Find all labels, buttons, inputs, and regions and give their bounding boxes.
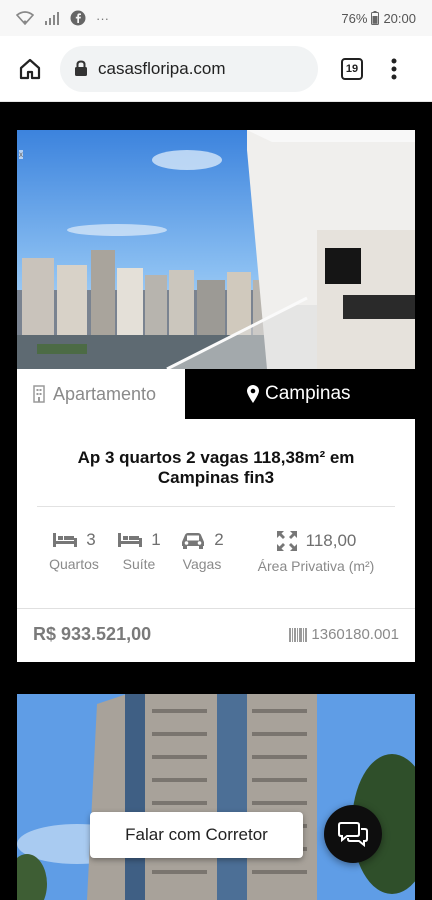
location-tab: Campinas bbox=[185, 369, 415, 419]
building-icon bbox=[33, 385, 45, 403]
barcode-icon bbox=[289, 627, 308, 642]
property-type: Apartamento bbox=[53, 383, 157, 404]
tab-count: 19 bbox=[341, 57, 363, 80]
browser-menu-button[interactable] bbox=[382, 49, 406, 89]
chat-label-button[interactable]: Falar com Corretor bbox=[90, 812, 303, 858]
feature-label: Área Privativa (m²) bbox=[257, 558, 375, 574]
car-icon bbox=[182, 533, 205, 549]
listing-card-2-photo[interactable] bbox=[17, 694, 415, 900]
feature-value: 1 bbox=[151, 530, 161, 549]
divider bbox=[37, 506, 395, 507]
status-left-icons: ··· bbox=[16, 10, 341, 26]
location: Campinas bbox=[265, 383, 351, 404]
feature-area: 118,00 Área Privativa (m²) bbox=[247, 530, 385, 574]
chat-bubbles-icon bbox=[338, 822, 368, 847]
bed-icon bbox=[118, 533, 143, 547]
feature-label: Suíte bbox=[122, 556, 156, 572]
status-bar: ··· 76% 20:00 bbox=[0, 0, 432, 36]
feature-parking: 2 Vagas bbox=[172, 530, 232, 572]
feature-bedrooms: 3 Quartos bbox=[43, 530, 105, 572]
chat-button[interactable] bbox=[324, 805, 382, 863]
listing-price: R$ 933.521,00 bbox=[33, 624, 152, 644]
ad-marker[interactable]: x bbox=[19, 150, 23, 159]
browser-toolbar: casasfloripa.com 19 bbox=[0, 36, 432, 102]
signal-icon bbox=[44, 11, 60, 25]
page-content: x Apartamento Campinas Ap 3 quartos 2 va… bbox=[0, 102, 432, 900]
feature-value: 118,00 bbox=[305, 531, 357, 550]
url-text: casasfloripa.com bbox=[98, 58, 226, 78]
bed-icon bbox=[53, 533, 78, 547]
listing-photo[interactable]: x bbox=[17, 130, 415, 369]
lock-icon bbox=[75, 60, 87, 76]
more-vert-icon bbox=[391, 58, 397, 79]
listing-title[interactable]: Ap 3 quartos 2 vagas 118,38m² em Campina… bbox=[37, 448, 395, 488]
battery-percent: 76% bbox=[341, 10, 368, 26]
wifi-icon bbox=[16, 11, 34, 25]
divider bbox=[17, 608, 415, 609]
feature-label: Vagas bbox=[182, 556, 222, 572]
property-type-tab: Apartamento bbox=[17, 369, 185, 419]
feature-suites: 1 Suíte bbox=[113, 530, 165, 572]
clock: 20:00 bbox=[383, 10, 416, 26]
tabs-button[interactable]: 19 bbox=[334, 51, 370, 87]
address-bar[interactable]: casasfloripa.com bbox=[60, 45, 318, 92]
home-button[interactable] bbox=[10, 49, 50, 89]
more-notifications-icon: ··· bbox=[96, 10, 109, 26]
listing-code-value: 1360180.001 bbox=[311, 626, 399, 643]
feature-label: Quartos bbox=[49, 556, 99, 572]
listing-card[interactable]: x Apartamento Campinas Ap 3 quartos 2 va… bbox=[17, 130, 415, 662]
feature-value: 3 bbox=[86, 530, 96, 549]
listing-code: 1360180.001 bbox=[289, 626, 399, 643]
map-marker-icon bbox=[247, 385, 259, 403]
expand-icon bbox=[276, 531, 297, 551]
home-icon bbox=[19, 58, 41, 79]
facebook-icon bbox=[70, 10, 86, 26]
battery-icon bbox=[371, 11, 380, 25]
feature-value: 2 bbox=[214, 530, 224, 549]
status-right: 76% 20:00 bbox=[341, 11, 416, 26]
